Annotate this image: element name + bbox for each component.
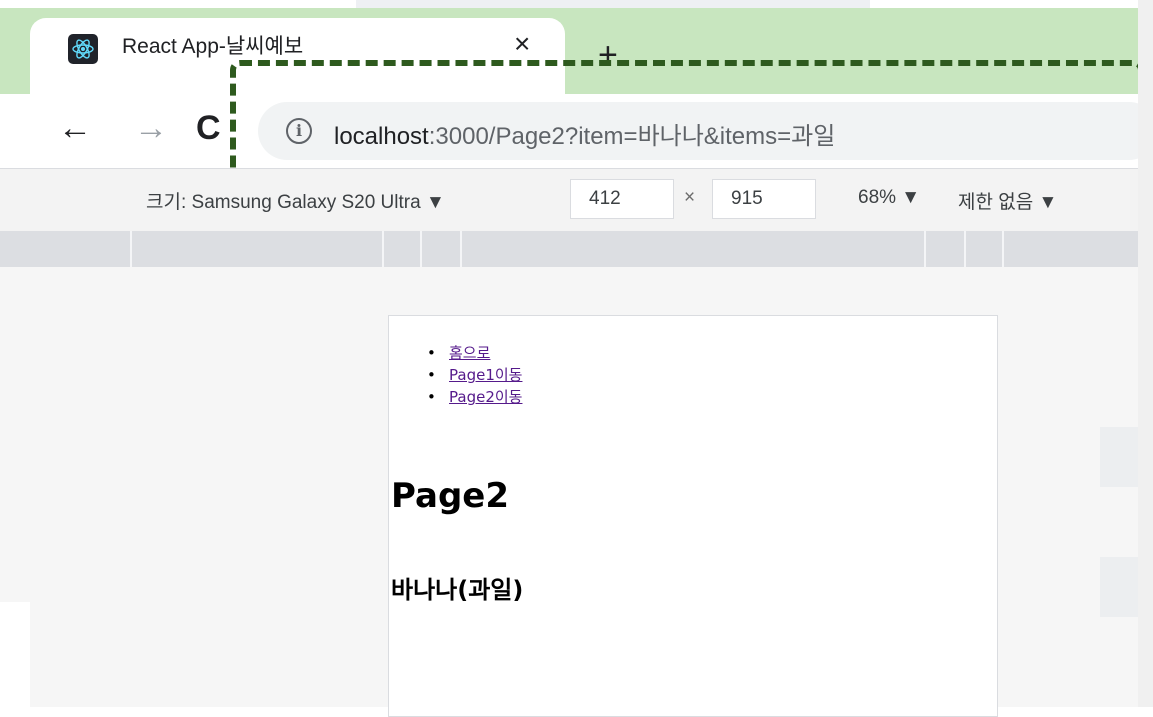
list-item: Page1이동 bbox=[427, 364, 522, 386]
media-query-ruler[interactable] bbox=[0, 231, 1138, 267]
ruler-tick bbox=[460, 231, 462, 267]
info-icon[interactable]: i bbox=[286, 118, 312, 144]
forward-arrow-icon[interactable]: → bbox=[134, 108, 168, 148]
url-text[interactable]: localhost:3000/Page2?item=바나나&items=과일 bbox=[334, 116, 835, 151]
home-link[interactable]: 홈으로 bbox=[449, 344, 490, 362]
page-title: Page2 bbox=[391, 476, 510, 516]
ruler-tick bbox=[964, 231, 966, 267]
tab-close-icon[interactable]: × bbox=[514, 28, 530, 60]
device-height-input[interactable]: 915 bbox=[712, 179, 816, 219]
device-width-input[interactable]: 412 bbox=[570, 179, 674, 219]
reload-icon[interactable]: C bbox=[196, 108, 221, 148]
ruler-tick bbox=[420, 231, 422, 267]
tab-strip: React App-날씨예보 × + bbox=[0, 8, 1138, 94]
ruler-tick bbox=[382, 231, 384, 267]
list-item: 홈으로 bbox=[427, 342, 522, 364]
address-bar[interactable]: i localhost:3000/Page2?item=바나나&items=과일 bbox=[258, 102, 1153, 160]
tab-react-app[interactable]: React App-날씨예보 × bbox=[30, 18, 565, 94]
device-viewport: 홈으로 Page1이동 Page2이동 Page2 바나나(과일) bbox=[0, 267, 1138, 717]
zoom-select[interactable]: 68% ▼ bbox=[858, 187, 920, 209]
page-subtitle: 바나나(과일) bbox=[391, 576, 524, 604]
url-host: localhost bbox=[334, 123, 429, 150]
viewport-right-shape bbox=[1100, 557, 1138, 617]
react-icon bbox=[68, 34, 98, 64]
dimension-times-label: × bbox=[684, 187, 696, 208]
ruler-tick bbox=[1002, 231, 1004, 267]
throttle-select[interactable]: 제한 없음 ▼ bbox=[958, 187, 1057, 214]
ruler-tick bbox=[130, 231, 132, 267]
device-size-select[interactable]: 크기: Samsung Galaxy S20 Ultra ▼ bbox=[146, 187, 445, 214]
page1-link[interactable]: Page1이동 bbox=[449, 366, 522, 384]
device-toolbar: 크기: Samsung Galaxy S20 Ultra ▼ 412 × 915… bbox=[0, 168, 1138, 232]
window-right-edge bbox=[1138, 0, 1153, 707]
browser-toolbar: ← → C i localhost:3000/Page2?item=바나나&it… bbox=[0, 94, 1153, 168]
new-tab-icon[interactable]: + bbox=[598, 38, 618, 72]
tab-title: React App-날씨예보 bbox=[122, 35, 304, 58]
page2-link[interactable]: Page2이동 bbox=[449, 388, 522, 406]
url-path: :3000/Page2?item=바나나&items=과일 bbox=[428, 123, 836, 150]
list-item: Page2이동 bbox=[427, 386, 522, 408]
viewport-right-shape bbox=[1100, 427, 1138, 487]
back-arrow-icon[interactable]: ← bbox=[58, 108, 92, 148]
nav-list: 홈으로 Page1이동 Page2이동 bbox=[427, 342, 522, 408]
ruler-tick bbox=[924, 231, 926, 267]
viewport-left-edge bbox=[0, 602, 30, 707]
emulated-page: 홈으로 Page1이동 Page2이동 Page2 바나나(과일) bbox=[388, 315, 998, 717]
